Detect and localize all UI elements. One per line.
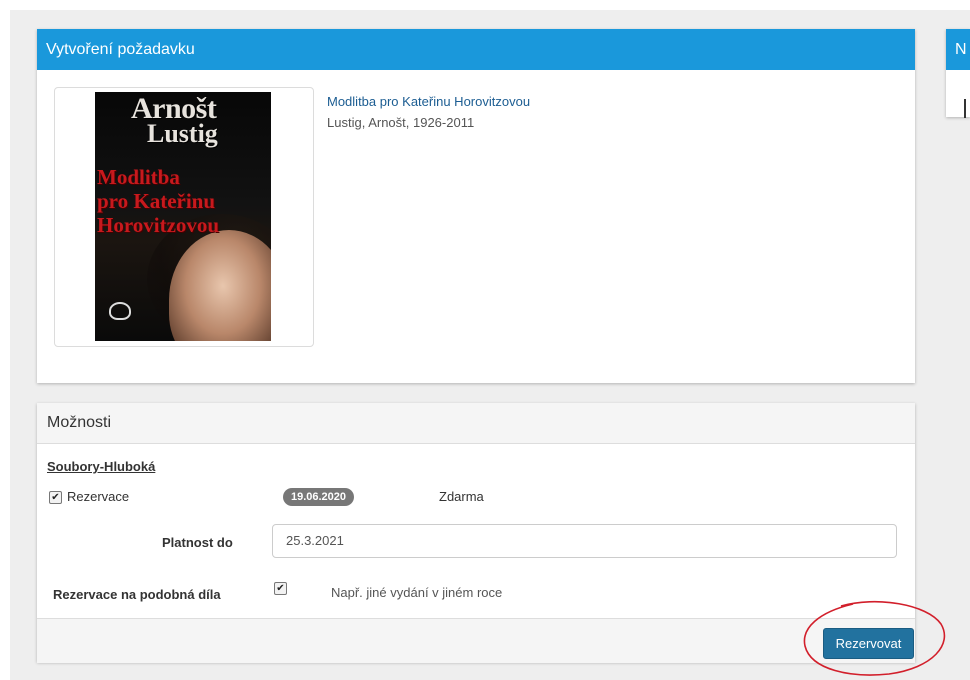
branch-link[interactable]: Soubory-Hluboká — [47, 459, 155, 474]
valid-until-label: Platnost do — [162, 535, 233, 550]
options-panel-heading: Možnosti — [37, 403, 915, 444]
price-label: Zdarma — [439, 489, 484, 504]
options-panel: Možnosti Soubory-Hluboká ✔ Rezervace 19.… — [37, 403, 915, 663]
cover-title-line: Modlitba — [97, 165, 180, 189]
similar-works-hint: Např. jiné vydání v jiném roce — [331, 585, 503, 600]
book-author: Lustig, Arnošt, 1926-2011 — [327, 115, 475, 130]
similar-works-label: Rezervace na podobná díla — [53, 587, 221, 602]
book-cover-image: Arnošt Lustig Modlitba pro Kateřinu Horo… — [95, 92, 271, 341]
cover-title-line: pro Kateřinu — [97, 189, 216, 213]
cover-title: Modlitba pro Kateřinu Horovitzovou — [97, 165, 219, 237]
side-panel-content-fragment — [964, 99, 966, 118]
publisher-logo-icon — [109, 302, 131, 320]
request-panel: Vytvoření požadavku Arnošt Lustig Modlit… — [37, 29, 915, 383]
cover-title-line: Horovitzovou — [97, 213, 220, 237]
annotation-ellipse-stroke — [803, 600, 946, 676]
book-cover-thumbnail[interactable]: Arnošt Lustig Modlitba pro Kateřinu Horo… — [54, 87, 314, 347]
date-badge: 19.06.2020 — [283, 488, 354, 506]
reservation-checkbox[interactable]: ✔ — [49, 491, 62, 504]
options-panel-footer: Rezervovat — [37, 618, 915, 663]
reservation-label: Rezervace — [67, 489, 130, 504]
request-panel-heading: Vytvoření požadavku — [37, 29, 915, 70]
similar-works-checkbox[interactable]: ✔ — [274, 582, 287, 595]
valid-until-input[interactable]: 25.3.2021 — [272, 524, 897, 558]
side-panel-heading: N — [946, 29, 970, 70]
side-panel: N — [946, 29, 970, 118]
annotation-ellipse — [803, 600, 946, 676]
cover-author-last: Lustig — [147, 119, 218, 148]
book-title-link[interactable]: Modlitba pro Kateřinu Horovitzovou — [327, 94, 530, 109]
